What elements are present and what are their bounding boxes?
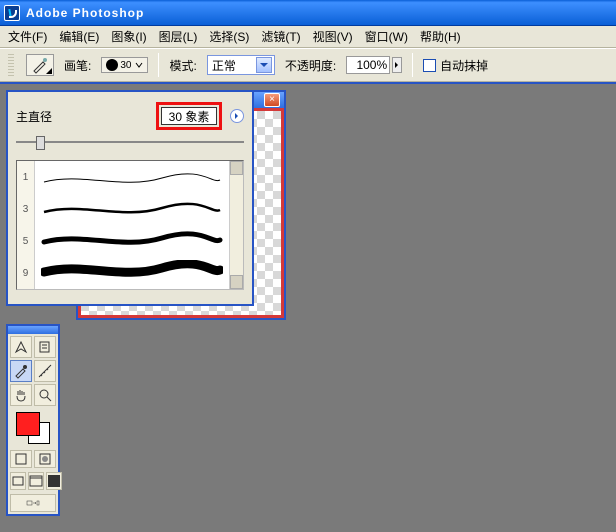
brush-label: 画笔: bbox=[64, 57, 91, 74]
menu-view[interactable]: 视图(V) bbox=[307, 26, 359, 47]
menu-filter[interactable]: 滤镜(T) bbox=[255, 26, 306, 47]
checkbox-box bbox=[423, 59, 436, 72]
screen-mode-full-menus[interactable] bbox=[28, 472, 44, 490]
mode-label: 模式: bbox=[169, 57, 196, 74]
separator bbox=[158, 53, 159, 77]
document-close-button[interactable]: × bbox=[264, 93, 280, 107]
preset-label: 1 bbox=[23, 172, 29, 183]
blend-mode-value: 正常 bbox=[212, 57, 236, 74]
jump-to-imageready[interactable] bbox=[10, 494, 56, 512]
preset-size-labels: 1 3 5 9 bbox=[17, 161, 35, 289]
hand-tool[interactable] bbox=[10, 384, 32, 406]
master-diameter-label: 主直径 bbox=[16, 108, 52, 125]
opacity-input[interactable] bbox=[346, 56, 390, 74]
screen-mode-standard[interactable] bbox=[10, 472, 26, 490]
auto-erase-label: 自动抹掉 bbox=[440, 57, 488, 74]
color-swatches bbox=[10, 410, 56, 446]
brush-preset-picker[interactable]: 30 bbox=[101, 57, 148, 73]
quickmask-mode-button[interactable] bbox=[34, 450, 56, 468]
slider-track bbox=[16, 141, 244, 143]
titlebar[interactable]: Adobe Photoshop bbox=[0, 0, 616, 26]
scroll-track[interactable] bbox=[230, 175, 243, 275]
toolbox-titlebar[interactable] bbox=[8, 326, 58, 334]
opacity-label: 不透明度: bbox=[285, 57, 336, 74]
brush-preset-list[interactable]: 1 3 5 9 bbox=[16, 160, 244, 290]
stroke-preview-5[interactable] bbox=[41, 230, 223, 250]
chevron-down-icon bbox=[256, 57, 272, 73]
flyout-menu-button[interactable] bbox=[230, 109, 244, 123]
healing-brush-icon bbox=[31, 56, 49, 74]
menu-image[interactable]: 图象(I) bbox=[105, 26, 152, 47]
options-grip[interactable] bbox=[8, 54, 14, 76]
stroke-preview-1[interactable] bbox=[41, 170, 223, 190]
workspace: × 主直径 1 3 5 9 bbox=[0, 82, 616, 532]
menubar: 文件(F) 编辑(E) 图象(I) 图层(L) 选择(S) 滤镜(T) 视图(V… bbox=[0, 26, 616, 48]
chevron-down-icon bbox=[135, 61, 143, 69]
menu-edit[interactable]: 编辑(E) bbox=[53, 26, 105, 47]
preset-label: 5 bbox=[23, 236, 29, 247]
scroll-up-button[interactable] bbox=[230, 161, 243, 175]
measure-tool[interactable] bbox=[34, 360, 56, 382]
master-diameter-input[interactable] bbox=[161, 107, 217, 125]
menu-file[interactable]: 文件(F) bbox=[2, 26, 53, 47]
slider-thumb[interactable] bbox=[36, 136, 45, 150]
app-icon bbox=[4, 5, 20, 21]
auto-erase-checkbox[interactable]: 自动抹掉 bbox=[423, 57, 488, 74]
menu-window[interactable]: 窗口(W) bbox=[359, 26, 414, 47]
brush-preset-panel: 主直径 1 3 5 9 bbox=[6, 90, 254, 306]
brush-size-value: 30 bbox=[120, 60, 131, 71]
zoom-tool[interactable] bbox=[34, 384, 56, 406]
menu-select[interactable]: 选择(S) bbox=[203, 26, 255, 47]
menu-layer[interactable]: 图层(L) bbox=[153, 26, 204, 47]
blend-mode-dropdown[interactable]: 正常 bbox=[207, 55, 275, 75]
preset-label: 3 bbox=[23, 204, 29, 215]
screen-mode-full[interactable] bbox=[46, 472, 62, 490]
stroke-preview-9[interactable] bbox=[41, 260, 223, 280]
opacity-control bbox=[346, 56, 402, 74]
options-bar: 画笔: 30 模式: 正常 不透明度: 自动抹掉 bbox=[0, 48, 616, 82]
app-title: Adobe Photoshop bbox=[26, 6, 144, 20]
current-tool-indicator[interactable] bbox=[26, 54, 54, 76]
preset-strokes bbox=[35, 161, 229, 289]
menu-help[interactable]: 帮助(H) bbox=[414, 26, 467, 47]
diameter-slider[interactable] bbox=[16, 134, 244, 150]
scroll-down-button[interactable] bbox=[230, 275, 243, 289]
brush-dot-icon bbox=[106, 59, 118, 71]
eyedropper-tool[interactable] bbox=[10, 360, 32, 382]
pen-tool[interactable] bbox=[10, 336, 32, 358]
standard-mode-button[interactable] bbox=[10, 450, 32, 468]
toolbox bbox=[6, 324, 60, 516]
notes-tool[interactable] bbox=[34, 336, 56, 358]
separator bbox=[412, 53, 413, 77]
foreground-color-swatch[interactable] bbox=[16, 412, 40, 436]
opacity-flyout-button[interactable] bbox=[392, 57, 402, 73]
preset-label: 9 bbox=[23, 268, 29, 279]
preset-scrollbar[interactable] bbox=[229, 161, 243, 289]
stroke-preview-3[interactable] bbox=[41, 200, 223, 220]
highlighted-region bbox=[156, 102, 222, 130]
